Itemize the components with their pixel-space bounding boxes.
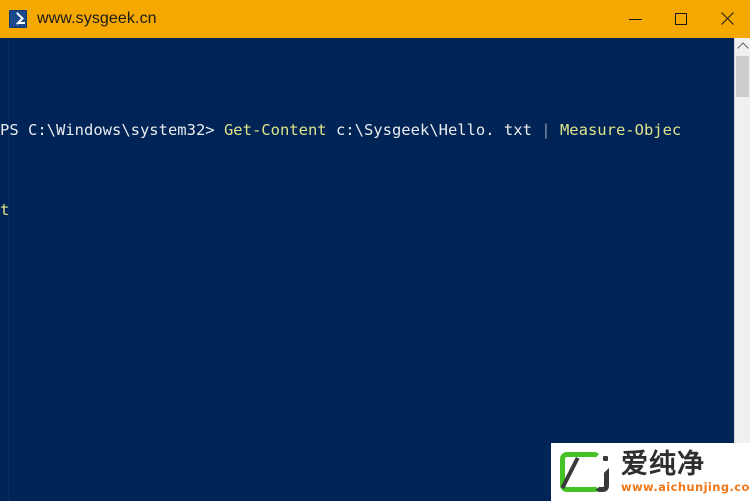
powershell-icon-underscore — [19, 22, 25, 24]
minimize-button[interactable] — [612, 0, 658, 38]
logo-dot-shape — [603, 456, 608, 461]
aichunjing-logo-icon — [560, 450, 614, 494]
cmdlet-measure-object: Measure-Objec — [559, 121, 682, 139]
chevron-up-icon — [736, 41, 749, 54]
scrollbar-up-button[interactable] — [735, 38, 750, 55]
title-bar-left: www.sysgeek.cn — [0, 10, 612, 28]
close-icon — [719, 11, 735, 27]
scrollbar-thumb[interactable] — [736, 56, 749, 97]
minimize-icon — [628, 18, 642, 20]
close-button[interactable] — [704, 0, 750, 38]
watermark-overlay: 爱纯净 www.aichunjing.com — [551, 443, 750, 501]
vertical-scrollbar[interactable] — [734, 38, 750, 501]
console-text-area: PS C:\Windows\system32> Get-Content c:\S… — [0, 40, 734, 501]
command-space — [551, 121, 560, 139]
watermark-url: www.aichunjing.com — [621, 480, 750, 494]
watermark-text-block: 爱纯净 www.aichunjing.com — [621, 449, 750, 495]
console-line-command: PS C:\Windows\system32> Get-Content c:\S… — [0, 120, 734, 140]
window-controls — [612, 0, 750, 38]
console-blank-line-3 — [0, 400, 734, 420]
powershell-window: www.sysgeek.cn PS C:\Windows\system32> G… — [0, 0, 750, 501]
cmdlet-get-content: Get-Content — [223, 121, 327, 139]
watermark-brand-name: 爱纯净 — [621, 449, 705, 480]
window-title: www.sysgeek.cn — [37, 10, 157, 27]
title-bar[interactable]: www.sysgeek.cn — [0, 0, 750, 38]
maximize-icon — [675, 13, 687, 25]
console-blank-line-2 — [0, 340, 734, 360]
logo-hook-shape — [594, 468, 609, 492]
console-blank-line-1 — [0, 280, 734, 300]
cmdlet-measure-object-wrap: t — [0, 201, 10, 219]
pipe-operator: | — [541, 121, 551, 139]
console-body[interactable]: PS C:\Windows\system32> Get-Content c:\S… — [0, 38, 734, 501]
maximize-button[interactable] — [658, 0, 704, 38]
console-line-command-wrap: t — [0, 200, 734, 220]
command-path-argument: c:\Sysgeek\Hello. txt — [326, 121, 542, 139]
prompt-segment: PS C:\Windows\system32> — [0, 121, 224, 139]
powershell-icon — [9, 10, 27, 28]
